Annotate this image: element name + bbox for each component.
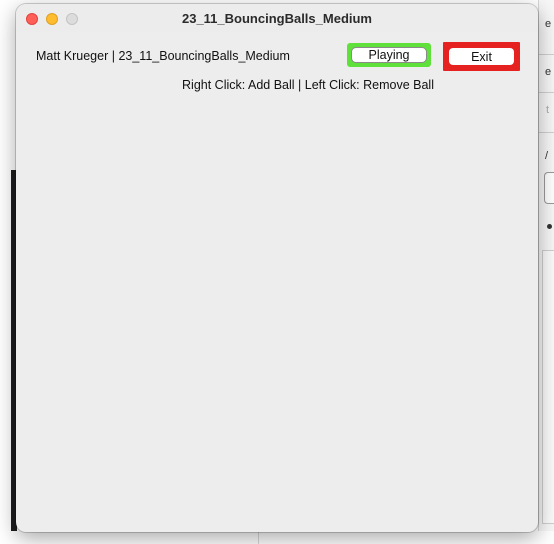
exit-button-focus-ring: Exit (443, 42, 520, 71)
background-divider (539, 92, 554, 93)
instructions-label: Right Click: Add Ball | Left Click: Remo… (182, 78, 434, 92)
exit-button[interactable]: Exit (449, 48, 514, 65)
background-divider (539, 54, 554, 55)
header-label: Matt Krueger | 23_11_BouncingBalls_Mediu… (36, 49, 290, 63)
playing-button-focus-ring: Playing (347, 43, 431, 67)
title-bar[interactable]: 23_11_BouncingBalls_Medium (16, 4, 538, 32)
playing-button[interactable]: Playing (351, 47, 427, 63)
background-bullet (547, 224, 552, 229)
background-text-fragment: e (545, 66, 552, 78)
background-side-panel (542, 250, 554, 524)
background-text-fragment: e (545, 18, 552, 30)
background-field (544, 172, 554, 204)
background-divider (539, 132, 554, 133)
background-text-fragment: / (545, 150, 549, 162)
window-title: 23_11_BouncingBalls_Medium (181, 11, 372, 26)
app-window: 23_11_BouncingBalls_Medium Matt Krueger … (16, 4, 538, 532)
background-divider (258, 531, 259, 544)
background-text-fragment: t (546, 104, 550, 116)
balls-canvas[interactable] (16, 100, 538, 532)
background-bottom-strip (0, 531, 554, 544)
